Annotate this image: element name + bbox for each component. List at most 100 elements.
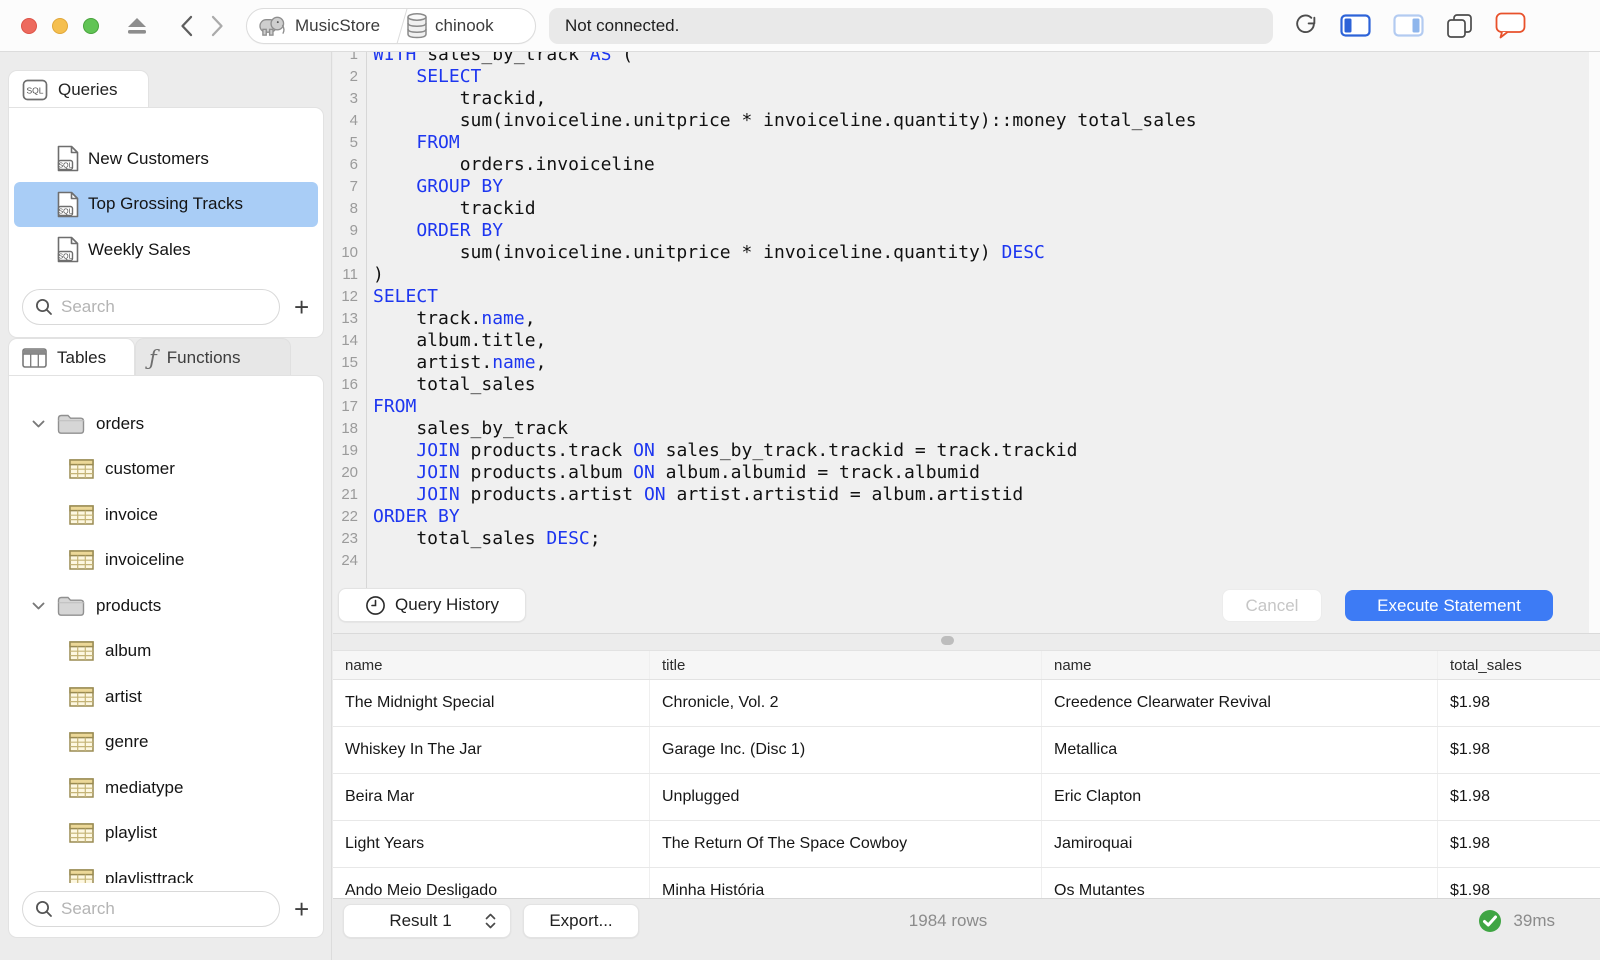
breadcrumb-database[interactable]: chinook [406, 12, 494, 39]
search-icon [35, 298, 53, 316]
tables-search[interactable] [22, 891, 280, 927]
table-row[interactable]: Whiskey In The Jar Garage Inc. (Disc 1) Me… [333, 727, 1600, 774]
tree-table-label: invoice [105, 504, 158, 524]
cancel-button: Cancel [1222, 589, 1322, 622]
tree-folder[interactable]: orders [9, 401, 323, 447]
column-header[interactable]: name [333, 651, 650, 679]
table-icon [69, 459, 94, 479]
database-cylinder-icon [406, 12, 428, 39]
table-cell: Jamiroquai [1042, 821, 1438, 867]
minimize-button[interactable] [52, 17, 68, 34]
table-cell: Metallica [1042, 727, 1438, 773]
back-button[interactable] [180, 15, 193, 37]
success-check-icon [1478, 909, 1502, 933]
table-row[interactable]: Light Years The Return Of The Space Cowbo… [333, 821, 1600, 868]
add-table-button[interactable]: + [294, 896, 309, 922]
toggle-left-sidebar-icon[interactable] [1340, 14, 1371, 37]
editor-scrollbar-track[interactable] [1589, 52, 1600, 634]
tree-table-label: invoiceline [105, 550, 185, 570]
chevron-down-icon[interactable] [31, 601, 46, 611]
tree-table-label: playlist [105, 823, 157, 843]
queries-search[interactable] [22, 289, 280, 325]
tab-queries-label: Queries [58, 79, 118, 99]
server-name: MusicStore [295, 15, 381, 35]
svg-text:SQL: SQL [58, 163, 72, 170]
results-table: name title name total_sales The Midnight Sp… [333, 650, 1600, 898]
tree-table[interactable]: album [9, 629, 323, 675]
table-cell: $1.98 [1450, 835, 1491, 852]
chevron-down-icon[interactable] [31, 419, 46, 429]
query-item[interactable]: SQL Top Grossing Tracks [14, 181, 318, 227]
tab-tables[interactable]: Tables [8, 338, 135, 376]
tab-functions[interactable]: ƒ Functions [135, 338, 291, 376]
search-icon [35, 900, 53, 918]
query-item[interactable]: SQL New Customers [14, 136, 318, 182]
results-header: name title name total_sales [333, 650, 1600, 680]
tab-queries[interactable]: SQL Queries [8, 70, 149, 108]
tree-table-label: album [105, 641, 152, 661]
sql-editor[interactable]: 1 2 3 4 5 6 7 8 9 10 11 12 13 14 15 16 17 18 19 20 21 22 23 24 … [333, 52, 1600, 634]
line-numbers: 1 2 3 4 5 6 7 8 9 10 11 12 13 14 15 16 17 18 19 20 21 22 23 24 [341, 52, 358, 569]
breadcrumb-server[interactable]: MusicStore [257, 13, 380, 38]
forward-button[interactable] [211, 15, 224, 37]
table-cell: Whiskey In The Jar [333, 727, 650, 773]
table-row[interactable]: Beira Mar Unplugged Eric Clapton $1.98 [333, 774, 1600, 821]
code-line: SELECT [416, 66, 482, 87]
close-button[interactable] [21, 17, 37, 34]
tree-table[interactable]: invoice [9, 492, 323, 538]
table-icon [69, 641, 94, 661]
toggle-right-sidebar-icon[interactable] [1393, 14, 1424, 37]
refresh-icon[interactable] [1293, 13, 1318, 38]
query-duration: 39ms [1513, 911, 1555, 930]
code-line: artist.name, [373, 352, 547, 373]
table-cell: $1.98 [1450, 882, 1491, 898]
column-header[interactable]: total_sales [1438, 651, 1600, 679]
table-cell: Beira Mar [333, 774, 650, 820]
result-selector[interactable]: Result 1 [343, 904, 511, 938]
queries-search-input[interactable] [61, 297, 261, 317]
tree-table[interactable]: mediatype [9, 765, 323, 811]
add-query-button[interactable]: + [294, 294, 309, 320]
windows-icon[interactable] [1446, 13, 1473, 39]
table-cell: Garage Inc. (Disc 1) [650, 727, 1042, 773]
tree-table[interactable]: customer [9, 447, 323, 493]
tree-table[interactable]: artist [9, 674, 323, 720]
code-line: JOIN products.artist ON artist.artistid … [416, 484, 1024, 505]
table-row[interactable]: Ando Meio Desligado Minha História Os Muta… [333, 868, 1600, 898]
export-button[interactable]: Export... [523, 904, 639, 938]
zoom-button[interactable] [83, 17, 99, 34]
editor-actions: Query History Cancel Execute Statement [333, 588, 1600, 624]
code-line: total_sales [373, 374, 536, 395]
query-history-button[interactable]: Query History [338, 588, 526, 622]
sql-code[interactable]: WITH sales_by_track AS ( SELECT trackid,… [373, 52, 1197, 572]
eject-icon[interactable] [124, 15, 150, 37]
code-line: sum(invoiceline.unitprice * invoiceline.… [373, 242, 1045, 263]
query-item[interactable]: SQL Weekly Sales [14, 227, 318, 273]
column-header[interactable]: title [650, 651, 1042, 679]
code-line: sum(invoiceline.unitprice * invoiceline.… [373, 110, 1197, 131]
sql-badge-icon: SQL [22, 79, 48, 101]
tree-table[interactable]: invoiceline [9, 538, 323, 584]
tree-folder[interactable]: products [9, 583, 323, 629]
splitter-drag-handle[interactable] [941, 636, 954, 645]
table-cell: Chronicle, Vol. 2 [650, 680, 1042, 726]
code-line: sales_by_track [373, 418, 569, 439]
tree-table[interactable]: playlist [9, 811, 323, 857]
svg-text:SQL: SQL [26, 85, 43, 95]
tree-table[interactable]: genre [9, 720, 323, 766]
table-row[interactable]: The Midnight Special Chronicle, Vol. 2 Cre… [333, 680, 1600, 727]
table-icon [69, 550, 94, 570]
code-line: orders.invoiceline [373, 154, 655, 175]
table-grid-icon [22, 347, 47, 368]
gutter-divider [366, 52, 367, 592]
table-cell: Minha História [650, 868, 1042, 898]
tree-folder-label: products [96, 595, 162, 615]
tree-table-label: mediatype [105, 777, 184, 797]
tables-search-input[interactable] [61, 899, 261, 919]
sql-file-icon: SQL [57, 191, 79, 218]
tree-folder-label: orders [96, 413, 145, 433]
execute-statement-button[interactable]: Execute Statement [1345, 590, 1553, 621]
feedback-bubble-icon[interactable] [1495, 12, 1526, 39]
column-header[interactable]: name [1042, 651, 1438, 679]
